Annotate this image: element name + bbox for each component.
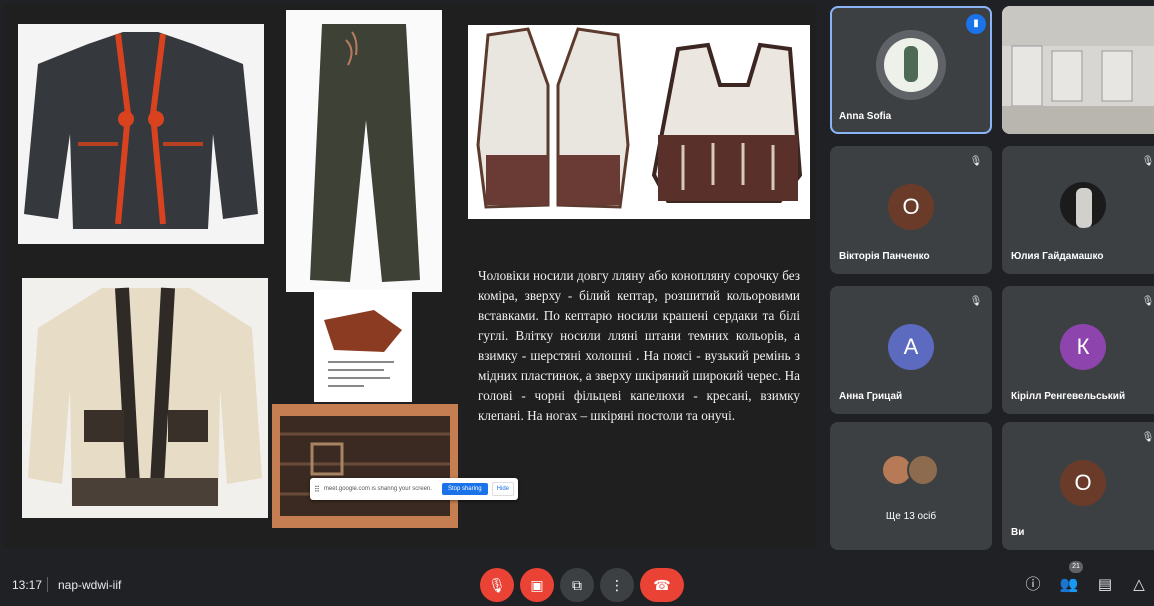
participant-name: Ще 13 осіб <box>885 511 937 522</box>
camera-toggle-button[interactable]: ▣ <box>520 568 554 602</box>
meeting-time: 13:17 <box>12 578 43 592</box>
coat-image <box>22 278 268 518</box>
participant-name: Анна Грицай <box>839 391 903 402</box>
more-options-button[interactable]: ⋮ <box>600 568 634 602</box>
leave-call-button[interactable]: ☎ <box>640 568 684 602</box>
slide-description-text: Чоловіки носили довгу лляну або коноплян… <box>478 268 800 423</box>
participant-tile-room[interactable] <box>1002 6 1154 134</box>
meeting-details-button[interactable]: ⓘ <box>1022 574 1044 596</box>
room-video <box>1002 6 1154 134</box>
mic-off-icon: 🎙 <box>1141 156 1154 167</box>
avatar: О <box>1060 460 1106 507</box>
stop-sharing-button[interactable]: Stop sharing <box>441 483 488 495</box>
meeting-control-bar: 13:17 nap-wdwi-iif 🎙 ▣ ⧉ ⋮ ☎ ⓘ 👥 21 ▤ △ <box>0 558 1154 606</box>
screen-share-bar: ⠿ meet.google.com is sharing your screen… <box>310 478 518 500</box>
chat-button[interactable]: ▤ <box>1094 574 1116 596</box>
shared-slide: Чоловіки носили довгу лляну або коноплян… <box>4 4 816 548</box>
mic-off-icon: 🎙 <box>1141 296 1154 307</box>
mic-off-icon: 🎙 <box>1141 432 1154 443</box>
participant-name: Кірілл Ренгевельський <box>1011 391 1126 402</box>
participant-name: Anna Sofia <box>839 111 892 122</box>
mic-toggle-button[interactable]: 🎙 <box>480 568 514 602</box>
mic-off-icon: 🎙 <box>969 296 983 307</box>
participant-tile-anna-sofia[interactable]: ▮ Anna Sofia <box>830 6 992 134</box>
share-notice-text: meet.google.com is sharing your screen. <box>323 486 432 492</box>
participant-tile-anna-hrytsai[interactable]: А 🎙 Анна Грицай <box>830 286 992 414</box>
phone-hangup-icon: ☎ <box>653 577 671 593</box>
more-vert-icon: ⋮ <box>610 577 624 593</box>
activities-button[interactable]: △ <box>1128 574 1150 596</box>
presentation-stage: Чоловіки носили довгу лляну або коноплян… <box>0 0 820 552</box>
participant-name: Юлия Гайдамашко <box>1011 251 1104 262</box>
info-icon: ⓘ <box>1025 576 1041 593</box>
participant-tile-yulia[interactable]: 🎙 Юлия Гайдамашко <box>1002 146 1154 274</box>
avatar: А <box>888 324 934 371</box>
avatar: О <box>888 184 934 231</box>
avatar: К <box>1060 324 1106 371</box>
activities-icon: △ <box>1133 576 1145 593</box>
participant-tile-kirill[interactable]: К 🎙 Кірілл Ренгевельський <box>1002 286 1154 414</box>
camera-off-icon: ▣ <box>530 577 544 593</box>
present-button[interactable]: ⧉ <box>560 568 594 602</box>
chat-icon: ▤ <box>1097 576 1113 593</box>
meeting-code: nap-wdwi-iif <box>58 578 122 592</box>
speaking-indicator-icon: ▮ <box>966 14 986 34</box>
belt-image <box>272 404 458 528</box>
participant-tile-viktoria[interactable]: О 🎙 Вікторія Панченко <box>830 146 992 274</box>
people-button[interactable]: 👥 <box>1058 574 1080 596</box>
avatar <box>1060 181 1106 228</box>
people-count-badge: 21 <box>1069 561 1083 573</box>
participant-name: Ви <box>1011 527 1025 538</box>
present-icon: ⧉ <box>572 577 582 593</box>
jacket-image <box>18 24 264 244</box>
participant-name: Вікторія Панченко <box>839 251 930 262</box>
mic-off-icon: 🎙 <box>969 156 983 167</box>
participant-tile-self[interactable]: О 🎙 Ви <box>1002 422 1154 550</box>
trousers-image <box>286 10 442 292</box>
separator <box>47 577 48 592</box>
avatar <box>876 29 946 100</box>
postoly-image <box>314 290 412 402</box>
group-avatars <box>879 453 943 488</box>
vests-image <box>468 25 810 219</box>
people-icon: 👥 <box>1059 576 1079 593</box>
mic-off-icon: 🎙 <box>488 577 506 593</box>
participant-tile-more[interactable]: Ще 13 осіб <box>830 422 992 550</box>
hide-share-bar-button[interactable]: Hide <box>491 482 514 496</box>
